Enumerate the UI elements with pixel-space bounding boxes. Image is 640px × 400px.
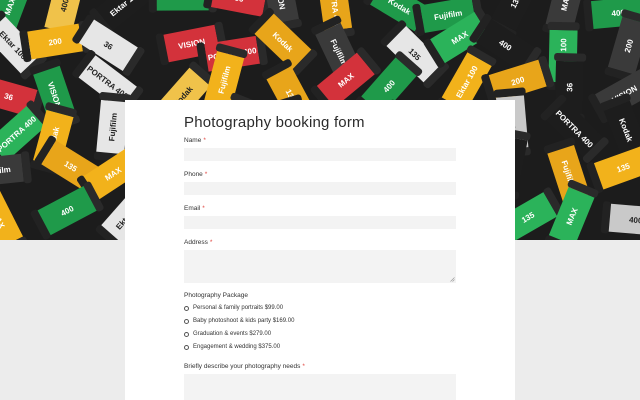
package-option-baby[interactable]: Baby photoshoot & kids party $169.00 bbox=[184, 318, 294, 324]
resize-grip-icon[interactable] bbox=[450, 277, 455, 282]
required-mark: * bbox=[203, 137, 206, 144]
package-option-label: Graduation & events $279.00 bbox=[193, 331, 272, 337]
required-mark: * bbox=[209, 239, 213, 246]
package-option-graduation[interactable]: Graduation & events $279.00 bbox=[184, 331, 271, 337]
canister-label: 36 bbox=[565, 82, 574, 92]
address-label-text: Address bbox=[184, 239, 208, 246]
required-mark: * bbox=[302, 363, 305, 370]
form-title: Photography booking form bbox=[184, 114, 365, 131]
needs-label: Briefly describe your photography needs * bbox=[184, 363, 305, 370]
phone-input[interactable] bbox=[184, 182, 456, 195]
radio-button[interactable] bbox=[184, 344, 189, 350]
name-label-text: Name bbox=[184, 137, 202, 144]
required-mark: * bbox=[204, 171, 208, 178]
film-canister: 400 bbox=[600, 201, 640, 237]
package-label-text: Photography Package bbox=[184, 292, 248, 299]
address-textarea[interactable] bbox=[184, 250, 456, 283]
radio-button[interactable] bbox=[184, 305, 189, 311]
package-option-wedding[interactable]: Engagement & wedding $375.00 bbox=[184, 344, 280, 350]
email-label: Email * bbox=[184, 205, 205, 212]
required-mark: * bbox=[202, 205, 205, 212]
phone-label: Phone * bbox=[184, 171, 207, 178]
canister-label: 400 bbox=[629, 215, 640, 225]
package-option-label: Baby photoshoot & kids party $169.00 bbox=[193, 318, 295, 324]
radio-button[interactable] bbox=[184, 318, 189, 324]
film-canister: 400 bbox=[30, 181, 104, 240]
name-label: Name * bbox=[184, 137, 206, 144]
email-label-text: Email bbox=[184, 205, 201, 212]
radio-button[interactable] bbox=[184, 331, 189, 337]
page: MAX400Ektar 10020036VISIONPORTRA 400Koda… bbox=[0, 0, 640, 400]
phone-label-text: Phone bbox=[184, 171, 203, 178]
film-canister: MAX bbox=[0, 183, 28, 240]
needs-label-text: Briefly describe your photography needs bbox=[184, 363, 301, 370]
package-option-label: Personal & family portraits $99.00 bbox=[193, 305, 284, 311]
needs-textarea[interactable] bbox=[184, 374, 456, 400]
package-option-portraits[interactable]: Personal & family portraits $99.00 bbox=[184, 305, 283, 311]
booking-form-card: Photography booking form Name * Phone * Em… bbox=[125, 100, 515, 400]
canister-label: 200 bbox=[176, 0, 190, 2]
address-label: Address * bbox=[184, 239, 212, 246]
package-option-label: Engagement & wedding $375.00 bbox=[193, 344, 281, 350]
package-label: Photography Package bbox=[184, 292, 248, 299]
email-input[interactable] bbox=[184, 216, 456, 229]
name-input[interactable] bbox=[184, 148, 456, 161]
film-canister: Fujifilm bbox=[0, 151, 32, 188]
